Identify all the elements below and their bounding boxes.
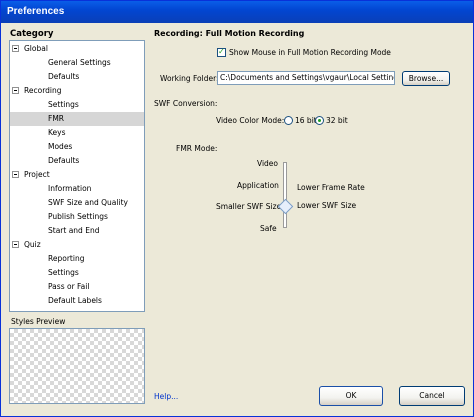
tree-item-project[interactable]: Project (10, 168, 144, 182)
tree-item-label: Defaults (48, 72, 80, 81)
tree-item-label: Reporting (48, 254, 85, 263)
tree-item-label: Recording (24, 86, 62, 95)
tree-item-label: SWF Size and Quality (48, 198, 128, 207)
category-label: Category (10, 29, 54, 39)
title-bar[interactable]: Preferences (1, 1, 473, 23)
tree-item-label: Quiz (24, 240, 41, 249)
styles-preview (9, 328, 145, 404)
tree-item-global-defaults[interactable]: Defaults (10, 70, 144, 84)
tree-item-recording-settings[interactable]: Settings (10, 98, 144, 112)
browse-button[interactable]: Browse... (402, 71, 450, 86)
preferences-window: Preferences Category Global General Sett… (0, 0, 474, 417)
tree-item-publish-settings[interactable]: Publish Settings (10, 210, 144, 224)
tree-item-global[interactable]: Global (10, 42, 144, 56)
lower-swf-size-label: Lower SWF Size (297, 201, 357, 210)
fmr-level-application: Application (237, 181, 279, 190)
swf-conversion-label: SWF Conversion: (154, 99, 218, 108)
tree-item-label: Start and End (48, 226, 100, 235)
tree-item-start-end[interactable]: Start and End (10, 224, 144, 238)
tree-item-label: FMR (48, 114, 64, 123)
lower-frame-rate-label: Lower Frame Rate (297, 183, 365, 192)
tree-item-quiz[interactable]: Quiz (10, 238, 144, 252)
collapse-icon[interactable] (12, 45, 19, 52)
tree-item-recording-defaults[interactable]: Defaults (10, 154, 144, 168)
help-link[interactable]: Help... (154, 392, 178, 401)
tree-item-reporting[interactable]: Reporting (10, 252, 144, 266)
category-tree[interactable]: Global General Settings Defaults Recordi… (9, 40, 145, 312)
tree-item-label: Information (48, 184, 92, 193)
tree-item-label: Publish Settings (48, 212, 108, 221)
collapse-icon[interactable] (12, 87, 19, 94)
styles-preview-label: Styles Preview (11, 317, 66, 326)
video-color-mode-label: Video Color Mode: (216, 116, 285, 125)
radio-32-bit[interactable] (315, 116, 324, 125)
tree-item-label: Defaults (48, 156, 80, 165)
tree-item-label: Project (24, 170, 50, 179)
tree-item-fmr[interactable]: FMR (10, 112, 144, 126)
tree-item-general-settings[interactable]: General Settings (10, 56, 144, 70)
fmr-mode-label: FMR Mode: (176, 144, 218, 153)
tree-item-pass-fail[interactable]: Pass or Fail (10, 280, 144, 294)
tree-item-recording[interactable]: Recording (10, 84, 144, 98)
working-folder-input[interactable]: C:\Documents and Settings\vgaur\Local Se… (217, 71, 395, 85)
tree-item-swf-size-quality[interactable]: SWF Size and Quality (10, 196, 144, 210)
tree-item-keys[interactable]: Keys (10, 126, 144, 140)
tree-item-label: General Settings (48, 58, 111, 67)
tree-item-label: Modes (48, 142, 73, 151)
tree-item-modes[interactable]: Modes (10, 140, 144, 154)
tree-item-information[interactable]: Information (10, 182, 144, 196)
tree-item-label: Settings (48, 100, 79, 109)
section-title: Recording: Full Motion Recording (154, 29, 305, 38)
show-mouse-label: Show Mouse in Full Motion Recording Mode (229, 48, 391, 57)
collapse-icon[interactable] (12, 171, 19, 178)
tree-item-label: Global (24, 44, 48, 53)
tree-item-label: Default Labels (48, 296, 102, 305)
radio-32-bit-label: 32 bit (326, 116, 348, 125)
collapse-icon[interactable] (12, 241, 19, 248)
radio-16-bit[interactable] (284, 116, 293, 125)
radio-16-bit-label: 16 bit (295, 116, 317, 125)
fmr-level-safe: Safe (260, 224, 277, 233)
tree-item-default-labels[interactable]: Default Labels (10, 294, 144, 308)
ok-button[interactable]: OK (319, 386, 383, 406)
show-mouse-checkbox[interactable] (217, 47, 226, 57)
cancel-button[interactable]: Cancel (399, 386, 465, 406)
tree-item-label: Settings (48, 268, 79, 277)
tree-item-label: Keys (48, 128, 66, 137)
tree-item-label: Pass or Fail (48, 282, 90, 291)
tree-item-quiz-settings[interactable]: Settings (10, 266, 144, 280)
working-folder-label: Working Folder: (160, 74, 219, 83)
fmr-level-smaller-swf: Smaller SWF Size (216, 202, 282, 211)
fmr-level-video: Video (257, 159, 279, 168)
fmr-slider-track[interactable] (283, 162, 287, 228)
window-title: Preferences (7, 6, 65, 17)
